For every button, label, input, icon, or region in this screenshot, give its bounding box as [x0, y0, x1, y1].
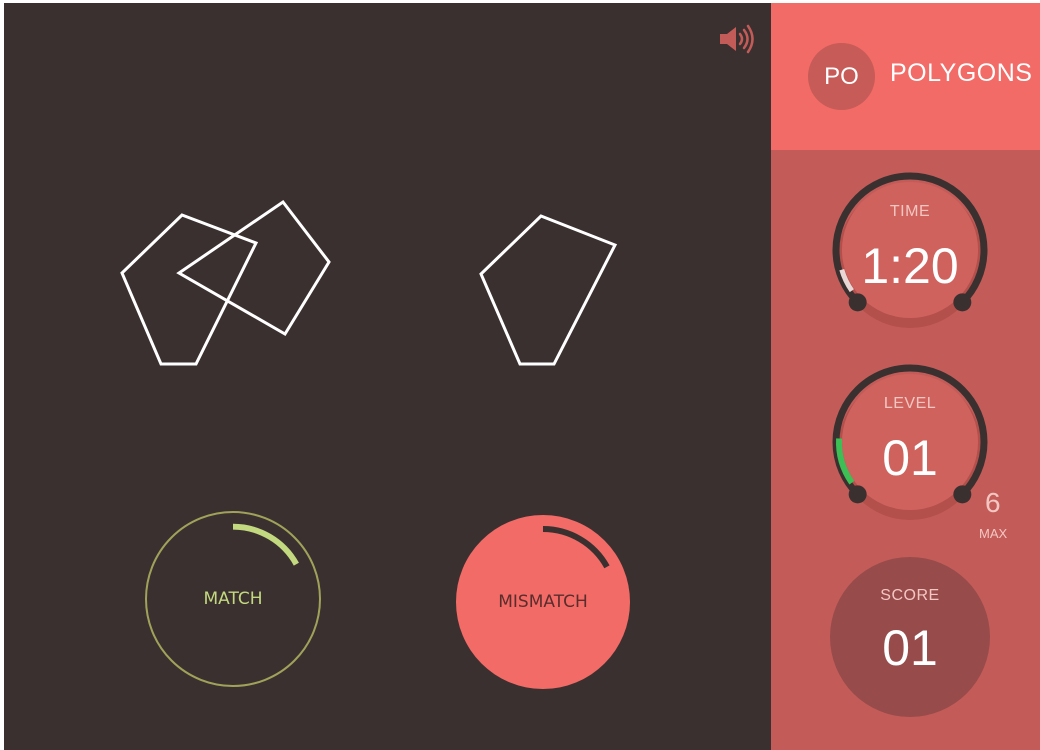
game-screen: MATCH MISMATCH PO POLYGONS TIME 1:20 LEV… [0, 0, 1040, 750]
level-max-label: MAX [979, 526, 1008, 541]
polygon-shape-b [176, 199, 331, 337]
score-value: 01 [882, 620, 938, 676]
game-header: PO POLYGONS [771, 3, 1040, 150]
shape-right [479, 214, 618, 366]
match-button[interactable]: MATCH [145, 511, 321, 687]
polygon-shape-c [479, 214, 618, 366]
sound-toggle-button[interactable] [716, 23, 760, 55]
speaker-volume-icon [720, 24, 754, 54]
time-value: 1:20 [861, 238, 959, 294]
shape-pair-left [120, 199, 331, 366]
game-title: POLYGONS [890, 59, 1033, 87]
level-label: LEVEL [883, 395, 937, 412]
score-display: SCORE 01 [830, 557, 990, 717]
game-badge: PO [808, 43, 875, 110]
match-label: MATCH [203, 589, 263, 609]
mismatch-button[interactable]: MISMATCH [456, 515, 630, 689]
level-value: 01 [882, 430, 938, 486]
time-dial: TIME 1:20 [825, 171, 995, 341]
polygon-shape-a [120, 213, 259, 366]
stats-sidebar: PO POLYGONS TIME 1:20 LEVEL 01 6 MAX SCO… [771, 3, 1040, 750]
score-label: SCORE [880, 587, 940, 604]
play-area: MATCH MISMATCH [4, 3, 771, 750]
shapes-canvas [120, 199, 618, 366]
mismatch-label: MISMATCH [498, 592, 588, 612]
time-label: TIME [889, 203, 931, 220]
level-max-value: 6 [985, 487, 1001, 518]
level-dial: LEVEL 01 [825, 363, 995, 533]
